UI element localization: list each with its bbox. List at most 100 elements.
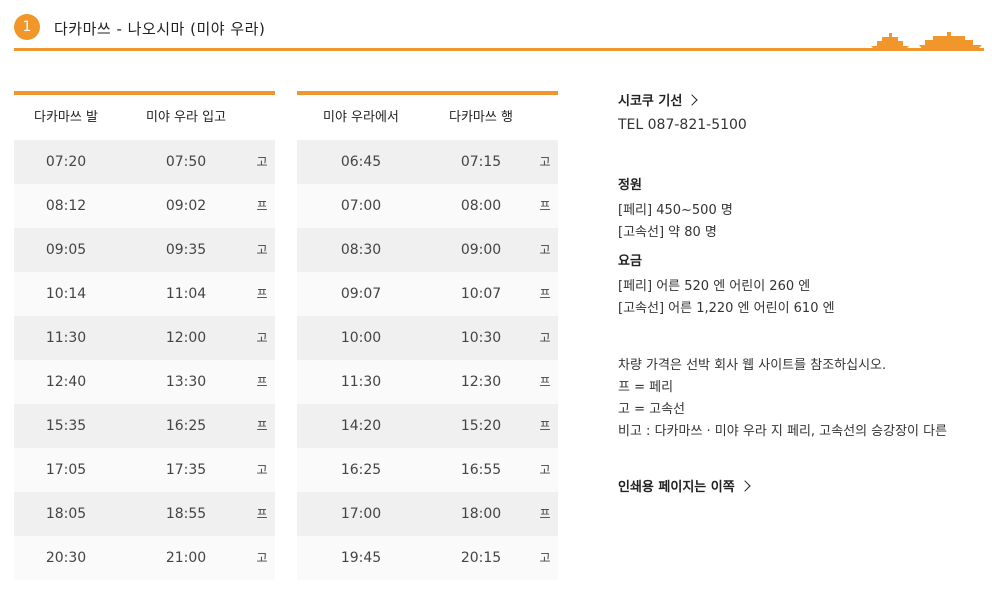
vessel-type: 프 — [539, 419, 551, 433]
departure-time: 16:25 — [340, 462, 382, 478]
fare-fast-boat: [고속선] 어른 1,220 엔 어린이 610 엔 — [618, 301, 835, 316]
legend-fast-boat: 고 = 고속선 — [618, 402, 685, 417]
departure-time: 07:00 — [340, 198, 382, 214]
vessel-type: 프 — [256, 419, 268, 433]
table-row: 06:45 07:15 고 — [297, 140, 558, 184]
vessel-type: 프 — [539, 375, 551, 389]
table-row: 09:07 10:07 프 — [297, 272, 558, 316]
remark-text: 비고 : 다카마쓰 · 미야 우라 지 페리, 고속선의 승강장이 다른 — [618, 424, 948, 439]
departure-time: 20:30 — [45, 550, 87, 566]
vessel-type: 고 — [539, 243, 551, 257]
arrival-time: 10:30 — [460, 330, 502, 346]
arrival-time: 07:50 — [165, 154, 207, 170]
arrival-time: 20:15 — [460, 550, 502, 566]
vessel-type: 고 — [256, 155, 268, 169]
legend-ferry: 프 = 페리 — [618, 380, 674, 395]
table-row: 16:25 16:55 고 — [297, 448, 558, 492]
arrival-time: 16:55 — [460, 462, 502, 478]
departure-time: 09:07 — [340, 286, 382, 302]
table-row: 08:30 09:00 고 — [297, 228, 558, 272]
arrival-time: 21:00 — [165, 550, 207, 566]
table-row: 08:12 09:02 프 — [14, 184, 275, 228]
arrival-time: 13:30 — [165, 374, 207, 390]
ships-illustration-icon — [871, 32, 982, 50]
arrival-time: 11:04 — [165, 286, 207, 302]
table-row: 10:00 10:30 고 — [297, 316, 558, 360]
table-row: 17:05 17:35 고 — [14, 448, 275, 492]
table-row: 10:14 11:04 프 — [14, 272, 275, 316]
departure-time: 06:45 — [340, 154, 382, 170]
departure-time: 09:05 — [45, 242, 87, 258]
capacity-fast-boat: [고속선] 약 80 명 — [618, 225, 717, 240]
arrival-time: 08:00 — [460, 198, 502, 214]
column-header-depart: 미야 우라에서 — [323, 110, 399, 125]
vehicle-note: 차량 가격은 선박 회사 웹 사이트를 참조하십시오. — [618, 358, 887, 373]
column-header-depart: 다카마쓰 발 — [34, 110, 98, 125]
vessel-type: 고 — [256, 331, 268, 345]
vessel-type: 고 — [256, 551, 268, 565]
chevron-right-icon — [686, 94, 698, 106]
fare-title: 요금 — [618, 254, 642, 269]
departure-time: 11:30 — [340, 374, 382, 390]
table-row: 09:05 09:35 고 — [14, 228, 275, 272]
table-row: 18:05 18:55 프 — [14, 492, 275, 536]
print-link-label: 인쇄용 페이지는 이쪽 — [618, 480, 735, 495]
timetable-outbound: 다카마쓰 발 미야 우라 입고 07:20 07:50 고 08:12 09:02 프 09… — [14, 91, 275, 580]
vessel-type: 프 — [256, 287, 268, 301]
vessel-type: 프 — [539, 287, 551, 301]
table-row: 12:40 13:30 프 — [14, 360, 275, 404]
departure-time: 08:12 — [45, 198, 87, 214]
table-row: 15:35 16:25 프 — [14, 404, 275, 448]
departure-time: 08:30 — [340, 242, 382, 258]
vessel-type: 프 — [539, 507, 551, 521]
column-header-arrive: 다카마쓰 행 — [449, 110, 513, 125]
vessel-type: 고 — [539, 155, 551, 169]
section-header: 1 다카마쓰 - 나오시마 (미야 우라) — [14, 12, 984, 52]
table-row: 11:30 12:30 프 — [297, 360, 558, 404]
arrival-time: 12:30 — [460, 374, 502, 390]
departure-time: 19:45 — [340, 550, 382, 566]
departure-time: 07:20 — [45, 154, 87, 170]
arrival-time: 09:00 — [460, 242, 502, 258]
table-row: 20:30 21:00 고 — [14, 536, 275, 580]
vessel-type: 고 — [539, 463, 551, 477]
vessel-type: 고 — [256, 463, 268, 477]
timetable-return: 미야 우라에서 다카마쓰 행 06:45 07:15 고 07:00 08:00 프 08:… — [297, 91, 558, 580]
arrival-time: 18:55 — [165, 506, 207, 522]
departure-time: 10:00 — [340, 330, 382, 346]
table-row: 17:00 18:00 프 — [297, 492, 558, 536]
arrival-time: 07:15 — [460, 154, 502, 170]
fare-ferry: [페리] 어른 520 엔 어린이 260 엔 — [618, 279, 811, 294]
shipping-company-link[interactable]: 시코쿠 기선 — [618, 90, 698, 109]
departure-time: 17:05 — [45, 462, 87, 478]
vessel-type: 프 — [256, 199, 268, 213]
departure-time: 17:00 — [340, 506, 382, 522]
column-header-arrive: 미야 우라 입고 — [146, 110, 227, 125]
arrival-time: 10:07 — [460, 286, 502, 302]
arrival-time: 09:35 — [165, 242, 207, 258]
capacity-ferry: [페리] 450~500 명 — [618, 203, 733, 218]
arrival-time: 12:00 — [165, 330, 207, 346]
arrival-time: 15:20 — [460, 418, 502, 434]
departure-time: 15:35 — [45, 418, 87, 434]
vessel-type: 프 — [256, 375, 268, 389]
vessel-type: 프 — [539, 199, 551, 213]
departure-time: 14:20 — [340, 418, 382, 434]
phone-number: TEL 087-821-5100 — [618, 117, 747, 133]
table-row: 07:00 08:00 프 — [297, 184, 558, 228]
arrival-time: 16:25 — [165, 418, 207, 434]
capacity-title: 정원 — [618, 178, 642, 193]
section-number-badge: 1 — [14, 14, 40, 40]
chevron-right-icon — [739, 480, 751, 492]
departure-time: 12:40 — [45, 374, 87, 390]
table-header: 다카마쓰 발 미야 우라 입고 — [14, 95, 275, 140]
print-page-link[interactable]: 인쇄용 페이지는 이쪽 — [618, 476, 751, 495]
header-divider — [14, 48, 984, 51]
table-row: 11:30 12:00 고 — [14, 316, 275, 360]
arrival-time: 09:02 — [165, 198, 207, 214]
vessel-type: 고 — [256, 243, 268, 257]
route-title: 다카마쓰 - 나오시마 (미야 우라) — [54, 20, 266, 38]
departure-time: 11:30 — [45, 330, 87, 346]
vessel-type: 고 — [539, 551, 551, 565]
table-row: 07:20 07:50 고 — [14, 140, 275, 184]
